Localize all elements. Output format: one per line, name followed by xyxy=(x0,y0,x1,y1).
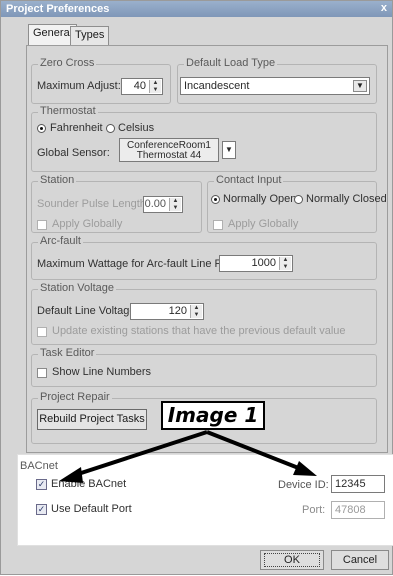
arrow-left xyxy=(74,430,208,477)
annotation-arrows xyxy=(59,430,317,483)
image-callout: Image 1 xyxy=(161,401,265,430)
arrow-right xyxy=(206,430,302,471)
preferences-dialog: Project Preferences x General Types Zero… xyxy=(0,0,393,575)
arrow-right-head xyxy=(293,461,317,476)
arrow-left-head xyxy=(59,467,83,483)
